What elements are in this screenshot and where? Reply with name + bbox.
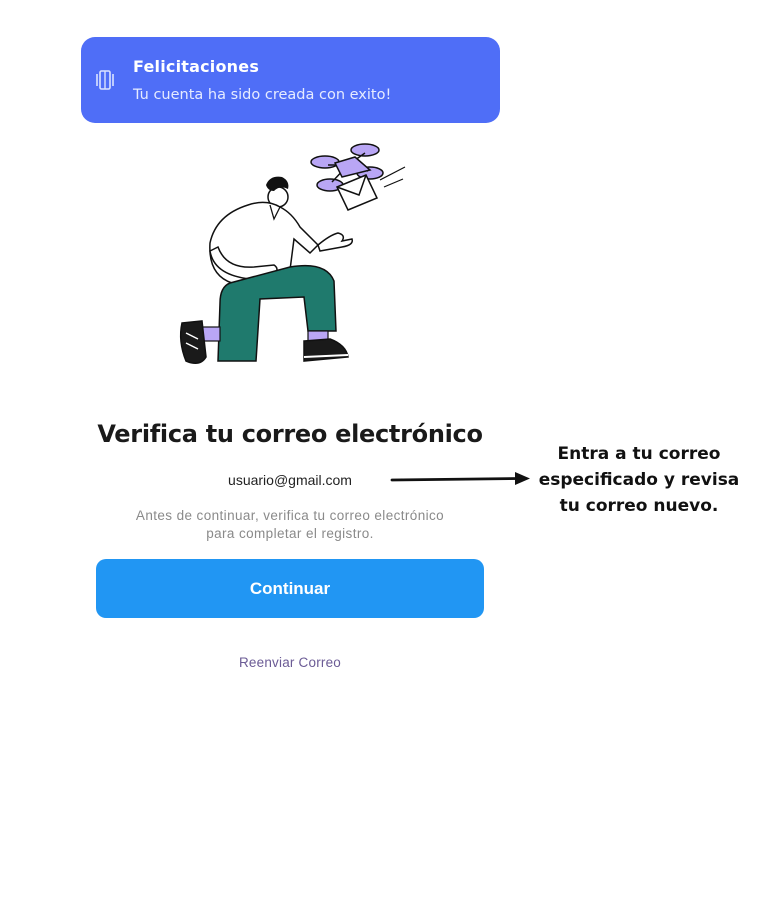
instructions-line: Antes de continuar, verifica tu correo e…	[135, 508, 445, 523]
envelope-icon	[335, 174, 379, 211]
annotation-line: tu correo nuevo.	[559, 496, 719, 516]
annotation-line: Entra a tu correo	[557, 444, 721, 464]
person-receiving-drone-mail-illustration	[179, 143, 406, 364]
success-toast: Felicitaciones Tu cuenta ha sido creada …	[81, 37, 500, 123]
continue-button[interactable]: Continuar	[96, 559, 484, 618]
arrow-right-icon	[390, 472, 530, 485]
annotation-line: especificado y revisa	[538, 470, 740, 490]
vibrate-icon	[96, 70, 114, 90]
resend-email-link[interactable]: Reenviar Correo	[0, 655, 580, 670]
verification-instructions: Antes de continuar, verifica tu correo e…	[0, 507, 580, 543]
page-title: Verifica tu correo electrónico	[97, 420, 483, 448]
instructions-line: para completar el registro.	[206, 526, 374, 541]
toast-message: Tu cuenta ha sido creada con exito!	[133, 87, 392, 103]
toast-title: Felicitaciones	[133, 57, 260, 76]
annotation-note: Entra a tu correo especificado y revisa …	[532, 441, 746, 519]
